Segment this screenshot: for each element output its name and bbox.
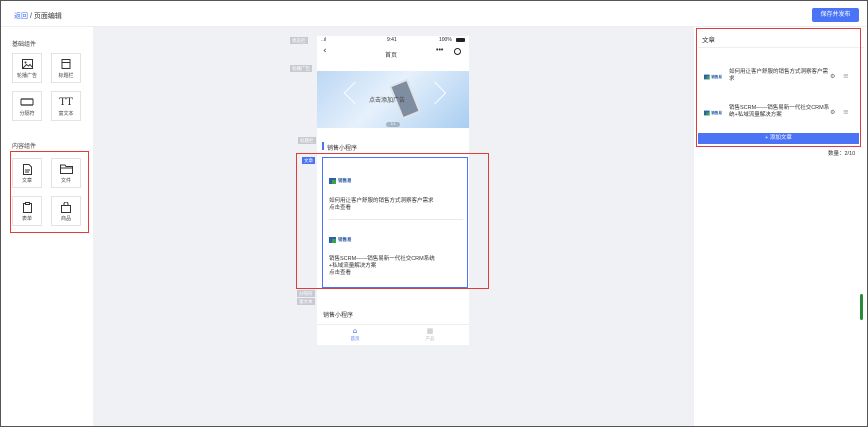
highlight-box-article-preview	[296, 153, 489, 289]
basic-components-title: 基础组件	[12, 42, 37, 48]
property-editor: 文章 销售易 如何用让客户舒服的销售方式洞察客户需求 ⚙ ≡ 销售易 销售SCR…	[694, 27, 867, 426]
banner-pager: 1/1	[386, 122, 400, 127]
phone-status-bar: ..ıl 9:41 100%	[317, 36, 469, 44]
battery-level: 100%	[439, 37, 452, 43]
divider-icon	[13, 97, 41, 108]
page-title: 页面编辑	[33, 13, 62, 20]
tag-divider[interactable]: 分隔符	[297, 290, 315, 297]
title-bar-preview[interactable]: 销售小程序	[317, 140, 469, 152]
component-divider[interactable]: 分隔符	[12, 91, 42, 121]
component-rich-text[interactable]: TT 富文本	[51, 91, 81, 121]
back-link[interactable]: 返回	[14, 13, 28, 20]
component-palette: 基础组件 轮播广告 标题栏 分隔符 TT 富文本 内容组件 文章 文件 表单 商…	[1, 27, 93, 426]
phone-nav-bar: ‹ 首页 •••	[317, 44, 469, 62]
title-bar-icon	[52, 59, 80, 70]
tab-label: 产品	[425, 336, 435, 341]
article-count: 数量：2/10	[828, 151, 856, 157]
tag-rich-text[interactable]: 富文本	[297, 298, 315, 305]
rich-text-icon: TT	[59, 97, 73, 108]
battery-icon	[456, 38, 465, 42]
banner-prev-icon[interactable]	[343, 81, 367, 105]
more-icon[interactable]: •••	[436, 47, 443, 54]
publish-button[interactable]: 保存并发布	[812, 8, 859, 22]
highlight-box-content-components	[10, 151, 89, 233]
phone-tab-bar: ⌂ 首页 ▦ 产品	[317, 324, 469, 345]
banner-carousel[interactable]: 点击添加广告 1/1	[317, 71, 469, 128]
tab-home[interactable]: ⌂ 首页	[340, 327, 370, 342]
signal-icon: ..ıl	[321, 37, 327, 43]
preview-canvas: 状态栏 轮播广告 标题栏 文章 分隔符 富文本 ..ıl 9:41 100% ‹…	[93, 27, 694, 426]
component-label: 分隔符	[19, 111, 35, 117]
component-carousel[interactable]: 轮播广告	[12, 53, 42, 83]
top-bar: 返回 / 页面编辑 保存并发布	[1, 1, 867, 27]
tab-label: 首页	[350, 336, 360, 341]
tag-banner[interactable]: 轮播广告	[290, 65, 312, 72]
grid-icon: ▦	[426, 327, 434, 335]
tag-status-bar[interactable]: 状态栏	[290, 37, 308, 44]
scrollbar-thumb[interactable]	[860, 294, 863, 320]
status-time: 9:41	[387, 37, 397, 43]
title-accent-bar	[322, 142, 324, 150]
home-icon: ⌂	[352, 327, 358, 335]
breadcrumb: 返回 / 页面编辑	[14, 11, 62, 21]
rich-text-preview[interactable]: 销售小程序	[323, 310, 353, 319]
banner-next-icon[interactable]	[423, 81, 447, 105]
component-label: 标题栏	[58, 73, 74, 79]
highlight-box-editor	[696, 28, 861, 147]
image-icon	[13, 59, 41, 70]
tag-title-bar[interactable]: 标题栏	[298, 137, 316, 144]
target-icon[interactable]	[454, 48, 461, 55]
component-label: 轮播广告	[16, 73, 37, 79]
nav-title: 首页	[385, 53, 398, 59]
content-components-title: 内容组件	[12, 144, 37, 150]
banner-caption: 点击添加广告	[369, 98, 406, 104]
back-chevron-icon[interactable]: ‹	[323, 46, 327, 56]
component-title-bar[interactable]: 标题栏	[51, 53, 81, 83]
tab-product[interactable]: ▦ 产品	[415, 327, 445, 342]
component-label: 富文本	[58, 111, 74, 117]
title-bar-text: 销售小程序	[327, 146, 358, 152]
